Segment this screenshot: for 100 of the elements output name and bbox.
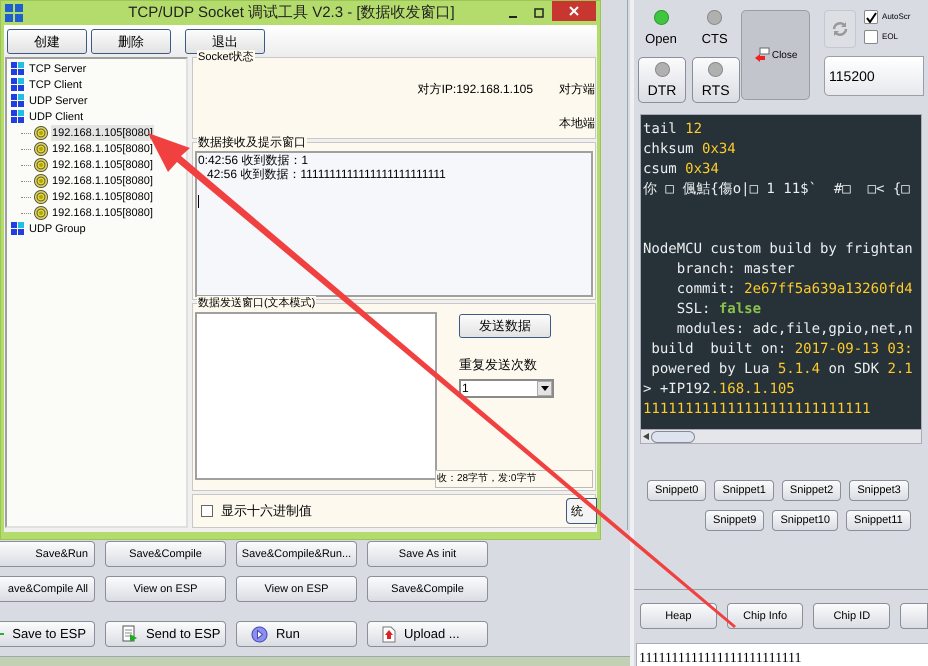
info-button[interactable] xyxy=(900,603,928,629)
minimize-icon xyxy=(508,16,518,18)
info-button[interactable]: Heap xyxy=(640,603,717,629)
status-text: 对方端 xyxy=(559,81,595,98)
terminal-line: > +IP192.168.1.105 xyxy=(643,380,796,399)
toolbar-button[interactable]: 创建 xyxy=(7,29,87,54)
tree-item[interactable]: UDP Group xyxy=(29,221,86,237)
close-icon xyxy=(569,6,579,16)
terminal-line: commit: 2e67ff5a639a13260fd4 xyxy=(676,280,914,299)
scroll-icon xyxy=(120,625,138,643)
left-arrow-icon[interactable] xyxy=(643,433,649,440)
toolbar-button[interactable]: Save&Compile&Run... xyxy=(236,541,357,567)
info-button[interactable]: Chip Info xyxy=(726,603,804,629)
field-label: 重复发送次数 xyxy=(459,356,538,374)
play-icon xyxy=(251,626,268,642)
terminal-line: powered by Lua 5.1.4 on SDK 2.1 xyxy=(650,360,914,379)
toolbar-button[interactable]: 删除 xyxy=(91,29,171,54)
caret-icon xyxy=(540,386,548,390)
toggle-button[interactable]: DTR xyxy=(638,57,686,104)
group-title: 数据接收及提示窗口 xyxy=(197,135,307,149)
repeat-count-dropdown[interactable]: 1 xyxy=(459,378,554,398)
terminal-line: chksum 0x34 xyxy=(643,140,737,159)
action-button[interactable]: Send to ESP xyxy=(105,621,226,647)
led-label: Open xyxy=(645,30,677,48)
tree-item[interactable]: 192.168.1.105[8080] xyxy=(51,173,154,189)
checkbox[interactable] xyxy=(864,10,878,24)
plug-icon xyxy=(754,47,770,63)
checkbox-label: EOL xyxy=(882,31,898,43)
tree-item[interactable]: TCP Client xyxy=(29,77,82,93)
grid-icon xyxy=(11,222,25,236)
log-line: 42:56 收到数据：1111111111111111111111111 xyxy=(206,167,447,181)
terminal-line: 你 □ 偑鮚{傷o|□ 1 11$` #□ □< {□ xyxy=(643,180,911,199)
snippet-button[interactable]: Snippet2 xyxy=(782,480,842,501)
action-button[interactable]: 统 xyxy=(566,498,597,524)
terminal-line: modules: adc,file,gpio,net,n xyxy=(676,320,914,339)
action-button[interactable]: Upload ... xyxy=(367,621,488,647)
toolbar-button[interactable]: Save As init xyxy=(367,541,488,567)
send-textbox[interactable] xyxy=(195,312,437,480)
status-text: 本地端 xyxy=(559,115,595,132)
checkbox-label: 显示十六进制值 xyxy=(221,502,312,520)
snippet-button[interactable]: Snippet10 xyxy=(772,510,838,531)
snippet-button[interactable]: Snippet11 xyxy=(846,510,911,531)
toolbar-button[interactable]: Save&Compile xyxy=(105,541,226,567)
scrollbar-thumb[interactable] xyxy=(651,430,695,442)
target-icon xyxy=(34,174,48,188)
tree-item[interactable]: UDP Client xyxy=(29,109,84,125)
toggle-button[interactable]: RTS xyxy=(692,57,740,104)
snippet-button[interactable]: Snippet1 xyxy=(714,480,774,501)
grid-icon xyxy=(11,78,25,92)
grid-icon xyxy=(11,94,25,108)
group-title: 数据发送窗口(文本模式) xyxy=(197,296,316,310)
window-title: TCP/UDP Socket 调试工具 V2.3 - [数据收发窗口] xyxy=(127,2,456,23)
baud-dropdown[interactable]: 115200 xyxy=(824,56,924,96)
checkbox[interactable] xyxy=(201,505,213,517)
toolbar-button[interactable]: Save&Run xyxy=(0,541,95,567)
toolbar-button[interactable]: ave&Compile All xyxy=(0,576,95,602)
terminal-line: build built on: 2017-09-13 03: xyxy=(650,340,914,359)
terminal-line: 111111111111111111111111111 xyxy=(643,400,872,419)
snippet-button[interactable]: Snippet3 xyxy=(849,480,909,501)
document-icon xyxy=(382,626,396,642)
close-button[interactable] xyxy=(552,1,596,21)
refresh-icon xyxy=(831,20,849,38)
tree-item[interactable]: 192.168.1.105[8080] xyxy=(51,141,154,157)
status-text: 对方IP:192.168.1.105 xyxy=(418,81,533,98)
tree-item[interactable]: 192.168.1.105[8080] xyxy=(51,125,154,141)
tree-item[interactable]: UDP Server xyxy=(29,93,88,109)
checkbox-label: AutoScr xyxy=(882,11,910,23)
target-icon xyxy=(34,206,48,220)
info-button[interactable]: Chip ID xyxy=(813,603,890,629)
text-cursor xyxy=(198,195,199,208)
app-icon xyxy=(5,4,23,22)
led-label: CTS xyxy=(702,30,728,48)
checkbox[interactable] xyxy=(864,30,878,44)
snippet-button[interactable]: Snippet0 xyxy=(647,480,706,501)
tree-item[interactable]: TCP Server xyxy=(29,61,86,77)
terminal-line: NodeMCU custom build by frightan xyxy=(643,240,914,259)
target-icon xyxy=(34,126,48,140)
tree-item[interactable]: 192.168.1.105[8080] xyxy=(51,205,154,221)
tree-item[interactable]: 192.168.1.105[8080] xyxy=(51,189,154,205)
action-button[interactable]: Run xyxy=(236,621,357,647)
command-input[interactable]: 1111111111111111111111111 xyxy=(636,643,928,666)
close-button[interactable]: Close xyxy=(741,10,810,100)
snippet-button[interactable]: Snippet9 xyxy=(705,510,764,531)
toolbar-button[interactable]: View on ESP xyxy=(105,576,226,602)
send-button[interactable]: 发送数据 xyxy=(459,314,551,338)
terminal-line: tail 12 xyxy=(643,120,704,139)
toolbar-button[interactable]: View on ESP xyxy=(236,576,357,602)
terminal-line: csum 0x34 xyxy=(643,160,720,179)
target-icon xyxy=(34,158,48,172)
maximize-icon xyxy=(534,8,544,18)
byte-counter: 收：28字节，发:0字节 xyxy=(435,470,593,488)
grid-icon xyxy=(11,62,25,76)
terminal-line: SSL: false xyxy=(676,300,762,319)
tree-item[interactable]: 192.168.1.105[8080] xyxy=(51,157,154,173)
grid-icon xyxy=(11,110,25,124)
terminal-line: branch: master xyxy=(676,260,796,279)
target-icon xyxy=(34,142,48,156)
toolbar-button[interactable]: Save&Compile xyxy=(367,576,488,602)
group-title: Socket状态 xyxy=(197,50,255,64)
action-button[interactable]: Save to ESP xyxy=(0,621,95,647)
